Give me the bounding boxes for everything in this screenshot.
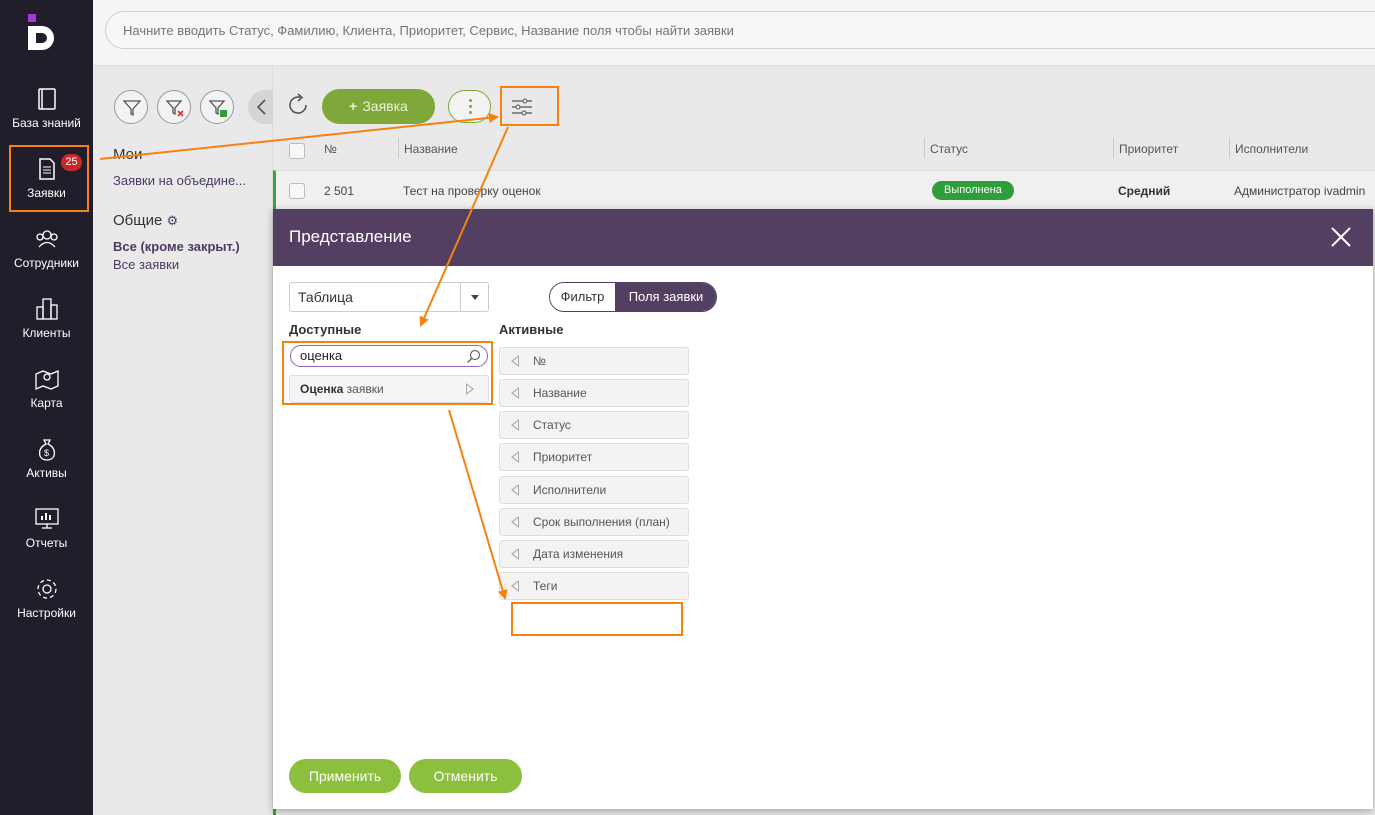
- funnel-icon: [122, 100, 142, 117]
- sidebar-item-label: База знаний: [12, 116, 81, 130]
- cancel-button[interactable]: Отменить: [409, 759, 522, 793]
- tab-filter[interactable]: Фильтр: [550, 283, 615, 311]
- more-vertical-icon: [469, 99, 472, 102]
- monitor-chart-icon: [34, 508, 59, 529]
- move-left-icon[interactable]: [511, 484, 519, 496]
- modal-title: Представление: [289, 227, 412, 246]
- gear-icon[interactable]: ⚙: [167, 213, 179, 228]
- active-field-item[interactable]: Теги: [499, 572, 689, 600]
- sidebar-item-label: Сотрудники: [14, 256, 79, 270]
- move-left-icon[interactable]: [511, 451, 519, 463]
- view-settings-modal: Представление Таблица Фильтр Поля заявки…: [273, 209, 1373, 809]
- apply-button[interactable]: Применить: [289, 759, 401, 793]
- sidebar-item-map[interactable]: Карта: [0, 358, 93, 428]
- filter-panel: Мои Заявки на объедине... Общие ⚙ Все (к…: [93, 66, 278, 815]
- save-filter-button[interactable]: [200, 90, 234, 124]
- status-badge: Выполнена: [932, 181, 1014, 200]
- row-priority: Средний: [1118, 184, 1171, 198]
- search-input[interactable]: [105, 11, 1375, 49]
- active-field-item[interactable]: Приоритет: [499, 443, 689, 471]
- column-separator: [1113, 138, 1114, 158]
- sidebar-item-label: Клиенты: [22, 326, 71, 340]
- sidebar-item-settings[interactable]: Настройки: [0, 568, 93, 638]
- map-icon: [34, 370, 59, 390]
- highlight-drop-target: [511, 602, 683, 636]
- my-filters-title: Мои: [113, 146, 143, 163]
- add-request-button[interactable]: + Заявка: [322, 89, 435, 124]
- logo-icon[interactable]: [28, 14, 66, 50]
- sidebar-item-reports[interactable]: Отчеты: [0, 498, 93, 568]
- active-title: Активные: [499, 322, 564, 337]
- filter-button[interactable]: [114, 90, 148, 124]
- move-left-icon[interactable]: [511, 580, 519, 592]
- more-options-button[interactable]: [448, 90, 491, 123]
- sidebar-item-label: Отчеты: [25, 536, 68, 550]
- active-field-item[interactable]: №: [499, 347, 689, 375]
- active-field-item[interactable]: Срок выполнения (план): [499, 508, 689, 536]
- refresh-icon[interactable]: [285, 92, 311, 118]
- highlight-available: [282, 341, 493, 405]
- sidebar-item-assets[interactable]: $ Активы: [0, 428, 93, 498]
- modal-header: Представление: [273, 209, 1373, 266]
- column-header-status[interactable]: Статус: [930, 142, 968, 156]
- move-left-icon[interactable]: [511, 355, 519, 367]
- column-separator: [1229, 138, 1230, 158]
- sidebar-item-clients[interactable]: Клиенты: [0, 288, 93, 358]
- filter-link-active[interactable]: Все (кроме закрыт.): [113, 239, 240, 254]
- sidebar-item-employees[interactable]: Сотрудники: [0, 218, 93, 288]
- gear-icon: [36, 579, 57, 599]
- clear-filter-button[interactable]: [157, 90, 191, 124]
- sidebar: База знаний Заявки 25 Сотрудники Клиенты…: [0, 0, 93, 815]
- column-header-name[interactable]: Название: [404, 142, 458, 156]
- view-type-select[interactable]: Таблица: [289, 282, 489, 312]
- active-field-item[interactable]: Дата изменения: [499, 540, 689, 568]
- filter-link[interactable]: Заявки на объедине...: [113, 173, 246, 188]
- tab-request-fields[interactable]: Поля заявки: [615, 283, 716, 311]
- svg-text:$: $: [44, 448, 49, 458]
- close-icon[interactable]: [1330, 226, 1352, 248]
- chevron-down-icon: [460, 283, 488, 311]
- table-row[interactable]: 2 501 Тест на проверку оценок Выполнена …: [273, 170, 1375, 210]
- modal-tabs: Фильтр Поля заявки: [549, 282, 717, 312]
- column-header-priority[interactable]: Приоритет: [1119, 142, 1178, 156]
- book-icon: [37, 88, 56, 110]
- column-separator: [398, 138, 399, 158]
- filter-link[interactable]: Все заявки: [113, 257, 179, 272]
- highlight-requests: [9, 145, 89, 212]
- funnel-save-icon: [208, 100, 227, 117]
- column-header-assignees[interactable]: Исполнители: [1235, 142, 1308, 156]
- row-number: 2 501: [324, 184, 355, 198]
- move-left-icon[interactable]: [511, 387, 519, 399]
- sidebar-item-label: Активы: [26, 466, 67, 480]
- row-assignee: Администратор ivadmin: [1234, 184, 1366, 198]
- row-checkbox[interactable]: [289, 183, 305, 199]
- active-field-item[interactable]: Статус: [499, 411, 689, 439]
- sidebar-item-label: Карта: [30, 396, 63, 410]
- sidebar-item-knowledge-base[interactable]: База знаний: [0, 78, 93, 148]
- active-field-item[interactable]: Название: [499, 379, 689, 407]
- row-name[interactable]: Тест на проверку оценок: [403, 184, 541, 198]
- money-bag-icon: $: [38, 439, 55, 461]
- buildings-icon: [35, 298, 58, 320]
- move-left-icon[interactable]: [511, 419, 519, 431]
- sidebar-item-label: Настройки: [17, 606, 76, 620]
- active-field-item[interactable]: Исполнители: [499, 476, 689, 504]
- column-header-number[interactable]: №: [324, 142, 337, 156]
- column-separator: [924, 138, 925, 158]
- top-bar: [93, 0, 1375, 66]
- select-all-checkbox[interactable]: [289, 143, 305, 159]
- funnel-clear-icon: [165, 100, 184, 117]
- move-left-icon[interactable]: [511, 548, 519, 560]
- move-left-icon[interactable]: [511, 516, 519, 528]
- available-title: Доступные: [289, 322, 362, 337]
- users-icon: [35, 230, 58, 248]
- highlight-settings: [500, 86, 559, 126]
- common-filters-title: Общие ⚙: [113, 212, 179, 229]
